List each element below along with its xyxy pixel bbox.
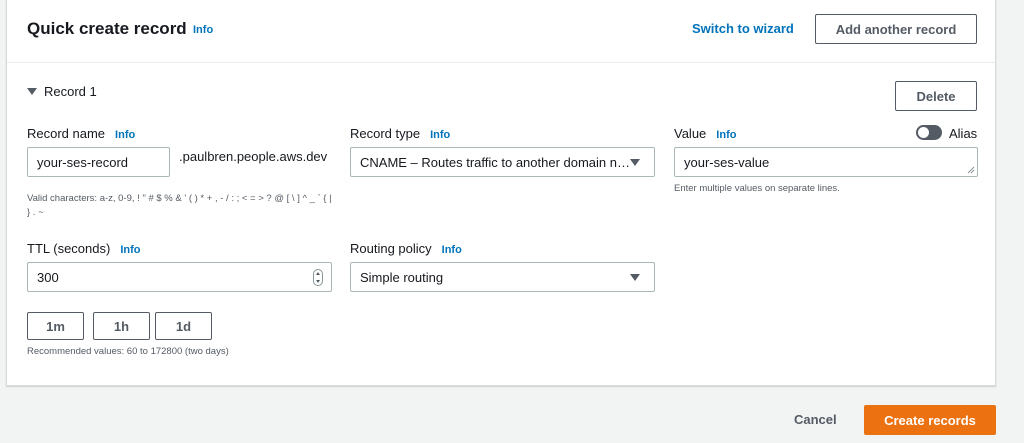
ttl-value: 300 [37,269,59,285]
quick-create-panel: Quick create record Info Switch to wizar… [6,0,996,386]
record-type-label-text: Record type [350,126,421,141]
create-records-button[interactable]: Create records [864,405,996,435]
resize-handle-icon[interactable] [967,166,975,174]
record-name-input[interactable]: your-ses-record [27,147,170,177]
ttl-1m-button[interactable]: 1m [27,312,84,340]
caret-down-icon [27,88,37,95]
value-text: your-ses-value [684,154,770,170]
cancel-button[interactable]: Cancel [794,412,837,427]
ttl-info-link[interactable]: Info [120,244,140,256]
value-label: Value Info [674,126,736,141]
caret-down-icon [630,159,640,166]
caret-down-icon [630,274,640,281]
value-info-link[interactable]: Info [716,129,736,141]
panel-header: Quick create record Info Switch to wizar… [7,0,995,63]
stepper-icon[interactable] [313,269,323,286]
ttl-1d-button[interactable]: 1d [155,312,212,340]
domain-suffix: .paulbren.people.aws.dev [179,149,328,164]
ttl-hint: Recommended values: 60 to 172800 (two da… [27,346,229,357]
routing-policy-info-link[interactable]: Info [442,244,462,256]
record-type-value: CNAME – Routes traffic to another domain… [360,154,630,170]
record-title: Record 1 [44,84,97,99]
value-label-text: Value [674,126,707,141]
routing-policy-select[interactable]: Simple routing [350,262,655,292]
routing-policy-value: Simple routing [360,269,444,285]
record-1-expander[interactable]: Record 1 [27,84,97,99]
add-another-record-button[interactable]: Add another record [815,14,977,44]
record-type-select[interactable]: CNAME – Routes traffic to another domain… [350,147,655,177]
ttl-label: TTL (seconds) Info [27,241,141,256]
routing-policy-label: Routing policy Info [350,241,462,256]
record-name-label: Record name Info [27,126,135,141]
value-hint: Enter multiple values on separate lines. [674,183,840,194]
value-textarea[interactable]: your-ses-value [674,147,978,177]
delete-record-button[interactable]: Delete [895,81,977,111]
record-name-label-text: Record name [27,126,106,141]
record-name-value: your-ses-record [37,154,129,170]
page-title: Quick create record [27,19,187,38]
alias-toggle[interactable] [916,125,942,140]
routing-policy-label-text: Routing policy [350,241,432,256]
record-name-info-link[interactable]: Info [115,129,135,141]
ttl-label-text: TTL (seconds) [27,241,111,256]
record-name-hint: Valid characters: a-z, 0-9, ! " # $ % & … [27,193,332,218]
header-info-link[interactable]: Info [193,24,213,36]
record-type-info-link[interactable]: Info [430,129,450,141]
ttl-input[interactable]: 300 [27,262,332,292]
alias-label: Alias [949,126,978,141]
toggle-knob [918,127,929,138]
ttl-1h-button[interactable]: 1h [93,312,150,340]
record-type-label: Record type Info [350,126,450,141]
switch-to-wizard-button[interactable]: Switch to wizard [692,21,794,36]
